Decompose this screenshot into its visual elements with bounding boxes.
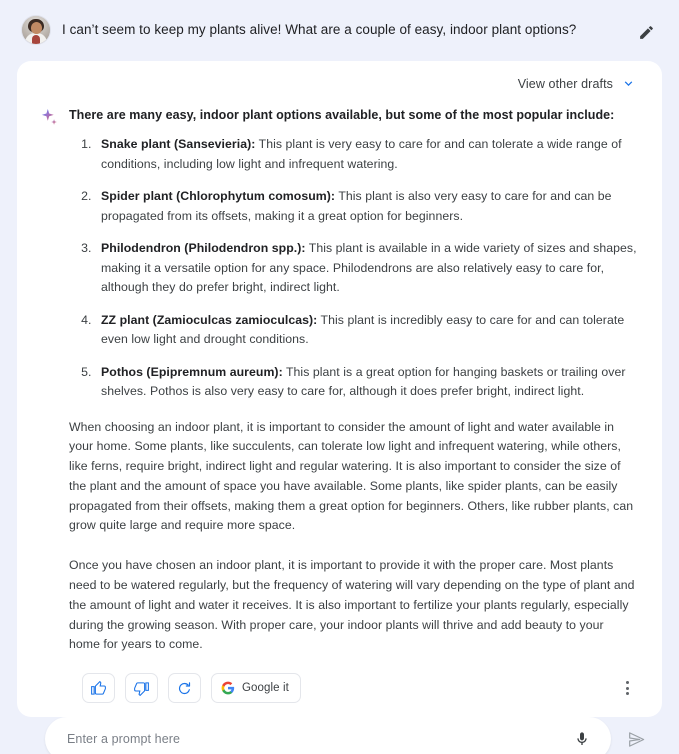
google-g-icon [221,681,235,695]
response-card: View other drafts There are many easy, i… [17,61,662,718]
thumb-up-icon [91,680,106,695]
sparkle-icon [41,109,57,125]
response-actions-left: Google it [82,673,301,704]
list-item: Spider plant (Chlorophytum comosum): Thi… [95,187,638,226]
microphone-button[interactable] [569,726,595,752]
response-actions-row: Google it [17,655,662,707]
google-it-label: Google it [242,682,289,695]
refresh-icon [178,682,191,694]
microphone-icon [577,732,587,746]
thumbs-up-button[interactable] [82,673,115,704]
bard-sparkle-wrap [39,106,69,655]
list-item: ZZ plant (Zamioculcas zamioculcas): This… [95,311,638,350]
more-vertical-icon-dot [625,686,629,690]
google-it-button[interactable]: Google it [211,673,301,704]
thumbs-down-button[interactable] [125,673,158,704]
plant-name: ZZ plant (Zamioculcas zamioculcas): [101,312,318,327]
drafts-row: View other drafts [17,61,662,98]
user-prompt-row: I can’t seem to keep my plants alive! Wh… [0,0,679,61]
bard-chat-app: I can’t seem to keep my plants alive! Wh… [0,0,679,754]
answer-paragraph-2: Once you have chosen an indoor plant, it… [69,558,635,652]
composer-row [0,717,679,754]
plant-name: Pothos (Epipremnum aureum): [101,364,283,379]
answer-body: There are many easy, indoor plant option… [17,98,662,655]
list-item: Philodendron (Philodendron spp.): This p… [95,239,638,298]
plant-name: Snake plant (Sansevieria): [101,137,256,151]
regenerate-button[interactable] [168,673,201,704]
thumb-down-icon [134,682,149,696]
edit-prompt-button[interactable] [631,17,661,47]
avatar-shirt [32,35,40,44]
send-button[interactable] [621,724,651,754]
list-item: Snake plant (Sansevieria): This plant is… [95,135,638,174]
more-vertical-icon-dot [625,692,629,696]
answer-content: There are many easy, indoor plant option… [69,106,638,655]
send-icon [628,732,644,747]
view-other-drafts-button[interactable]: View other drafts [514,73,640,94]
chevron-down-icon [624,81,633,86]
avatar-face [30,22,42,34]
user-avatar [22,16,50,44]
more-options-button[interactable] [614,673,640,703]
list-item: Pothos (Epipremnum aureum): This plant i… [95,363,638,402]
answer-intro: There are many easy, indoor plant option… [69,108,615,122]
pencil-icon [639,25,653,39]
more-vertical-icon-dot [625,681,629,685]
answer-paragraph-1: When choosing an indoor plant, it is imp… [69,419,634,533]
plant-name: Philodendron (Philodendron spp.): [101,241,306,255]
plant-list: Snake plant (Sansevieria): This plant is… [69,135,638,402]
plant-name: Spider plant (Chlorophytum comosum): [101,189,336,203]
view-other-drafts-label: View other drafts [517,76,613,91]
composer-area: Bard may display inaccurate or offensive… [0,717,679,754]
prompt-input[interactable] [67,732,569,747]
prompt-input-shell[interactable] [45,717,611,754]
user-prompt-text: I can’t seem to keep my plants alive! Wh… [62,22,577,37]
